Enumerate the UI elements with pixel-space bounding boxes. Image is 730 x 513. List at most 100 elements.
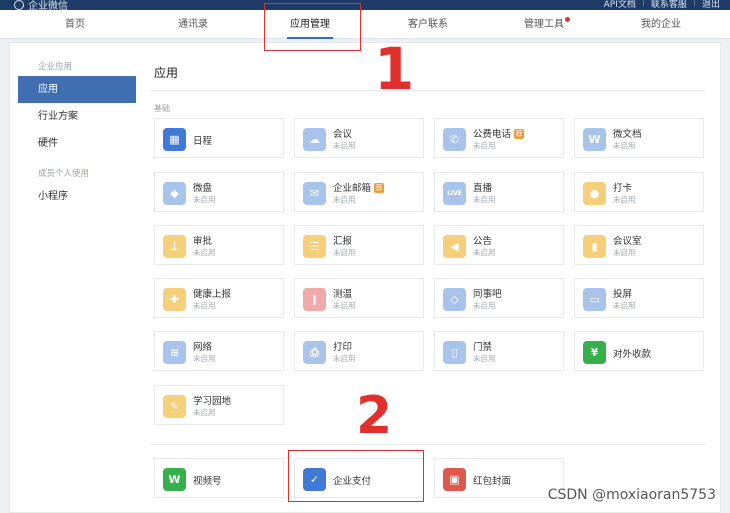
app-tile[interactable]: ⊥ 审批 未启用 — [154, 225, 284, 265]
app-name-text: 测温 — [333, 289, 353, 300]
app-name-text: 微盘 — [193, 183, 213, 194]
app-tile[interactable]: ⎙ 打印 未启用 — [294, 331, 424, 371]
app-name: 测温 — [333, 286, 352, 300]
app-name-text: 健康上报 — [193, 289, 232, 300]
app-name-text: 投屏 — [613, 289, 633, 300]
notification-dot — [565, 17, 570, 22]
app-name-text: 会议室 — [613, 236, 642, 247]
app-name-text: 汇报 — [333, 236, 353, 247]
main-nav: 首页 通讯录 应用管理 客户联系 管理工具 我的企业 — [0, 10, 730, 39]
sidebar-group-title: 企业应用 — [38, 62, 73, 72]
app-name: 微文档 — [613, 126, 642, 140]
link-contact[interactable]: 联系客服 — [651, 0, 687, 10]
app-name-text: 红包封面 — [473, 476, 512, 487]
app-tile[interactable]: ☰ 汇报 未启用 — [294, 225, 424, 265]
app-tile[interactable]: ● 打卡 未启用 — [574, 172, 704, 212]
sidebar-item-hardware[interactable]: 硬件 — [18, 130, 136, 157]
app-status: 未启用 — [193, 408, 216, 417]
app-tile[interactable]: ¥ 对外收款 — [574, 331, 704, 371]
app-tile[interactable]: W 视频号 — [154, 458, 284, 498]
app-status: 未启用 — [333, 301, 356, 310]
section-divider — [150, 444, 706, 445]
app-tile[interactable]: W 微文档 未启用 — [574, 118, 704, 158]
app-name-text: 打印 — [333, 342, 353, 353]
app-status: 未启用 — [193, 195, 216, 204]
app-name: 对外收款 — [613, 346, 651, 360]
app-name: 企业支付 — [333, 473, 371, 487]
door-icon: ▮ — [583, 235, 606, 258]
link-api-docs[interactable]: API文档 — [604, 0, 636, 10]
gate-icon: ▯ — [443, 341, 466, 364]
report-icon: ☰ — [303, 235, 326, 258]
app-name-text: 会议 — [333, 129, 353, 140]
tab-app-management[interactable]: 应用管理 — [265, 10, 355, 39]
recommend-badge: 荐 — [514, 129, 525, 139]
app-tile[interactable]: ☁ 会议 未启用 — [294, 118, 424, 158]
app-name: 微盘 — [193, 180, 212, 194]
link-separator: | — [692, 0, 696, 7]
app-tile[interactable]: ✓ 企业支付 — [294, 458, 424, 498]
pay-icon: ✓ — [303, 468, 326, 491]
app-status: 未启用 — [473, 195, 496, 204]
app-name: 同事吧 — [473, 286, 502, 300]
app-tile[interactable]: ✎ 学习园地 未启用 — [154, 385, 284, 425]
calendar-icon: ▦ — [163, 128, 186, 151]
annotation-number: 2 — [356, 386, 393, 446]
app-name: 公费电话荐 — [473, 126, 525, 140]
app-status: 未启用 — [473, 141, 496, 150]
app-tile[interactable]: ▯ 门禁 未启用 — [434, 331, 564, 371]
app-name: 审批 — [193, 233, 212, 247]
app-name-text: 学习园地 — [193, 396, 232, 407]
doc-w-icon: W — [583, 128, 606, 151]
app-tile[interactable]: ǀ 测温 未启用 — [294, 278, 424, 318]
megaphone-icon: ◀ — [443, 235, 466, 258]
tab-home[interactable]: 首页 — [30, 10, 120, 39]
active-tab-underline — [287, 37, 333, 39]
app-status: 未启用 — [613, 248, 636, 257]
app-name: 投屏 — [613, 286, 632, 300]
tab-management-tools[interactable]: 管理工具 — [499, 10, 589, 39]
app-name-text: 网络 — [193, 342, 213, 353]
sidebar-item-industry-solutions[interactable]: 行业方案 — [18, 103, 136, 130]
app-name-text: 打卡 — [613, 183, 633, 194]
tab-my-enterprise[interactable]: 我的企业 — [616, 10, 706, 39]
app-name-text: 公告 — [473, 236, 493, 247]
app-tile[interactable]: ≋ 网络 未启用 — [154, 331, 284, 371]
app-name-text: 微文档 — [613, 129, 642, 140]
app-tile[interactable]: ◇ 同事吧 未启用 — [434, 278, 564, 318]
app-tile[interactable]: ▦ 日程 — [154, 118, 284, 158]
red-packet-icon: ▣ — [443, 468, 466, 491]
app-name: 门禁 — [473, 339, 492, 353]
app-name: 汇报 — [333, 233, 352, 247]
app-tile[interactable]: ▣ 红包封面 — [434, 458, 564, 498]
recommend-badge: 荐 — [374, 183, 385, 193]
phone-icon: ✆ — [443, 128, 466, 151]
tab-contacts[interactable]: 通讯录 — [148, 10, 238, 39]
tab-label: 我的企业 — [641, 19, 681, 30]
app-name-text: 对外收款 — [613, 349, 652, 360]
app-tile[interactable]: ✚ 健康上报 未启用 — [154, 278, 284, 318]
app-name: 直播 — [473, 180, 492, 194]
app-name-text: 直播 — [473, 183, 493, 194]
sidebar-item-mini-program[interactable]: 小程序 — [18, 183, 136, 210]
app-name: 红包封面 — [473, 473, 511, 487]
app-tile[interactable]: ◆ 微盘 未启用 — [154, 172, 284, 212]
app-tile[interactable]: ◀ 公告 未启用 — [434, 225, 564, 265]
tab-label: 应用管理 — [290, 19, 330, 30]
sidebar-item-apps[interactable]: 应用 — [18, 76, 136, 103]
app-name-text: 日程 — [193, 136, 213, 147]
app-status: 未启用 — [193, 301, 216, 310]
app-tile[interactable]: LIVE 直播 未启用 — [434, 172, 564, 212]
app-name-text: 企业支付 — [333, 476, 372, 487]
sidebar: 企业应用 应用 行业方案 硬件 成员个人使用 小程序 — [18, 58, 136, 210]
link-logout[interactable]: 退出 — [702, 0, 720, 10]
app-status: 未启用 — [473, 248, 496, 257]
app-tile[interactable]: ▮ 会议室 未启用 — [574, 225, 704, 265]
app-tile[interactable]: ✉ 企业邮箱荐未启用 — [294, 172, 424, 212]
app-status: 未启用 — [333, 141, 356, 150]
app-tile[interactable]: ▭ 投屏 未启用 — [574, 278, 704, 318]
app-tile[interactable]: ✆ 公费电话荐未启用 — [434, 118, 564, 158]
app-status: 未启用 — [473, 301, 496, 310]
live-icon: LIVE — [443, 182, 466, 205]
page-title: 应用 — [154, 66, 179, 80]
